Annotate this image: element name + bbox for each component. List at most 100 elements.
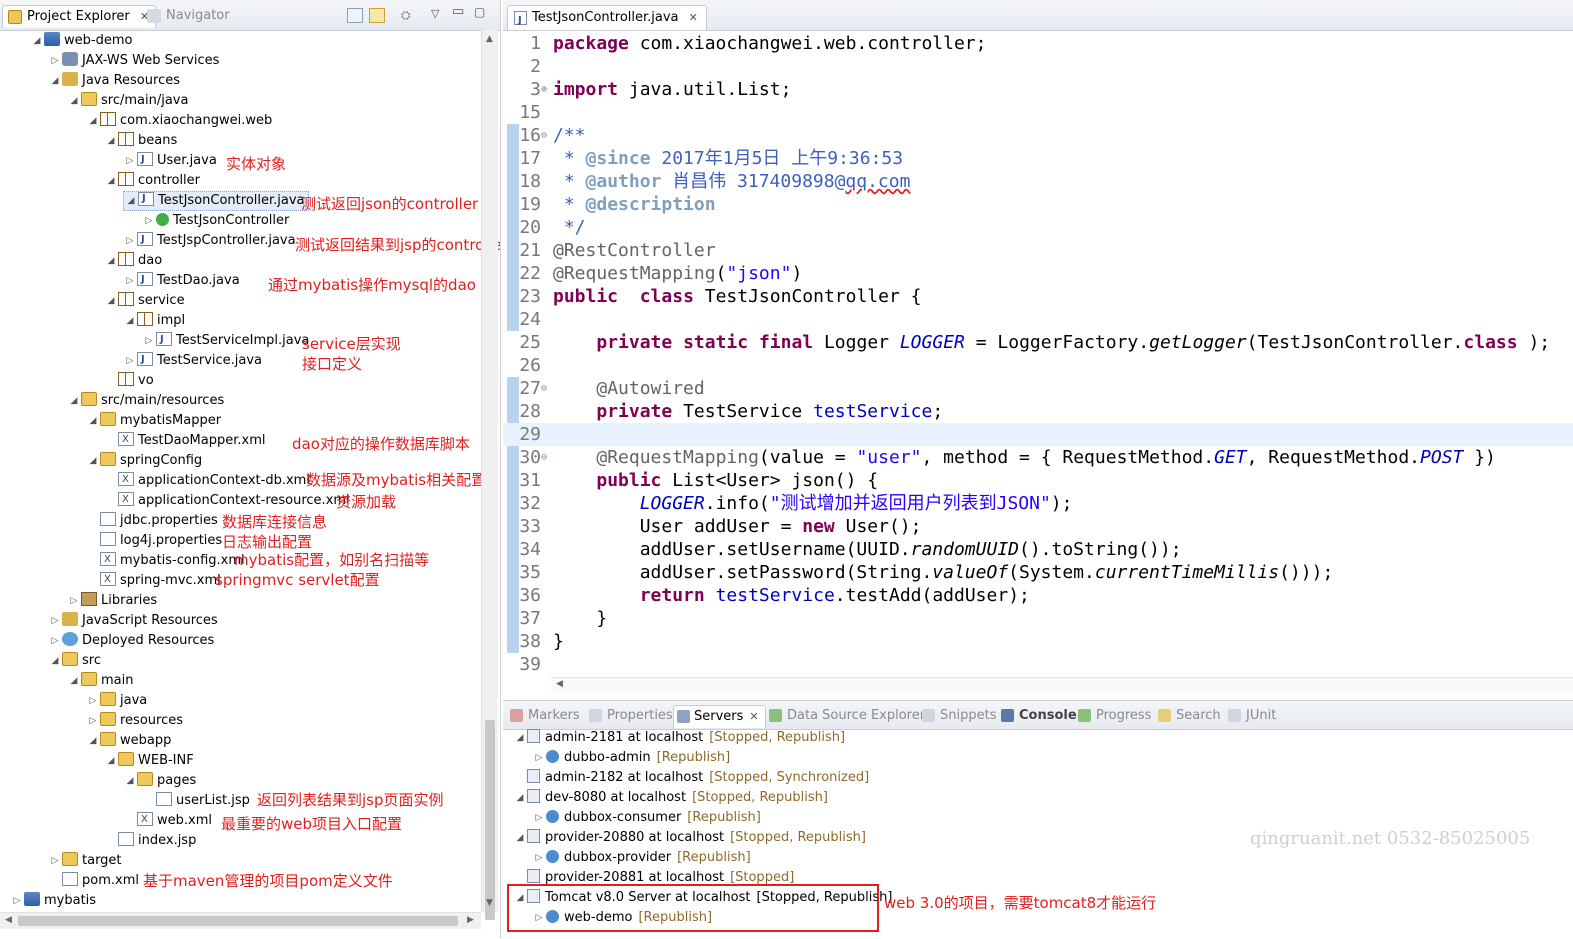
tree-item[interactable]: ◢ dao [104,251,162,271]
scroll-left-icon[interactable]: ◀ [556,679,563,689]
expanded-twisty-icon[interactable]: ◢ [104,251,118,271]
scroll-left-icon[interactable]: ◀ [5,915,12,925]
scroll-down-icon[interactable]: ▼ [486,898,493,908]
code-line[interactable]: 26 [503,354,1573,377]
tree-item[interactable]: ◢ src/main/resources [67,391,224,411]
collapsed-twisty-icon[interactable]: ▷ [123,231,137,251]
collapsed-twisty-icon[interactable]: ▷ [48,851,62,871]
maximize-icon[interactable]: ▢ [474,5,485,19]
expanded-twisty-icon[interactable]: ◢ [104,751,118,771]
tab-properties[interactable]: Properties [589,705,673,727]
tree-item[interactable]: vo [104,371,154,391]
collapsed-twisty-icon[interactable]: ▷ [48,51,62,71]
view-menu-icon[interactable]: ▽ [431,7,439,20]
server-row[interactable]: ◢ provider-20880 at localhost [Stopped, Re… [513,828,866,848]
tree-item[interactable]: ▷ TestJspController.java [123,230,296,251]
editor-tab-testjsoncontroller[interactable]: TestJsonController.java ✕ [507,5,707,33]
code-line[interactable]: 37 } [503,607,1573,630]
code-line[interactable]: 18 * @author 肖昌伟 317409898@qq.com [503,170,1573,193]
expanded-twisty-icon[interactable]: ◢ [48,651,62,671]
collapsed-twisty-icon[interactable]: ▷ [10,891,24,911]
collapsed-twisty-icon[interactable]: ▷ [67,591,81,611]
collapsed-twisty-icon[interactable]: ▷ [123,271,137,291]
expanded-twisty-icon[interactable]: ◢ [67,391,81,411]
expanded-twisty-icon[interactable]: ◢ [86,451,100,471]
tree-item[interactable]: ▷ java [86,691,147,711]
expanded-twisty-icon[interactable]: ◢ [67,671,81,691]
minimize-icon[interactable]: ▭ [452,4,464,19]
tab-servers[interactable]: Servers ✕ [673,705,766,728]
tree-item[interactable]: ◢ Java Resources [48,71,180,91]
collapsed-twisty-icon[interactable]: ▷ [532,748,546,768]
tab-progress[interactable]: Progress [1078,705,1151,727]
link-with-editor-icon[interactable] [369,8,385,23]
tree-vertical-scrollbar[interactable]: ▲ ▼ [481,30,498,920]
module-row[interactable]: ▷ dubbo-admin [Republish] [532,748,730,768]
close-icon[interactable]: ✕ [749,710,758,723]
code-line[interactable]: 16 ⊖ /** [503,124,1573,147]
expanded-twisty-icon[interactable]: ◢ [67,91,81,111]
tab-snippets[interactable]: Snippets [922,705,996,727]
scroll-right-icon[interactable]: ▶ [467,915,474,925]
editor-horizontal-scrollbar[interactable]: ◀ [551,677,1573,692]
tab-data-source-explorer[interactable]: Data Source Explorer [769,705,925,727]
expanded-twisty-icon[interactable]: ◢ [86,411,100,431]
code-line[interactable]: 39 [503,653,1573,676]
code-line[interactable]: 21 @RestController [503,239,1573,262]
code-line[interactable]: 31 public List<User> json() { [503,469,1573,492]
expanded-twisty-icon[interactable]: ◢ [104,171,118,191]
collapse-fold-icon[interactable]: ⊖ [541,446,547,469]
tree-item[interactable]: ▷ mybatis [10,891,96,911]
module-row[interactable]: ▷ dubbox-provider [Republish] [532,848,751,868]
tree-item[interactable]: ◢ main [67,671,133,691]
expanded-twisty-icon[interactable]: ◢ [124,192,138,210]
code-line[interactable]: 20 */ [503,216,1573,239]
scroll-thumb[interactable] [18,916,458,926]
tree-item[interactable]: ◢ springConfig [86,451,202,471]
tree-item[interactable]: ▷ target [48,851,122,871]
tree-item[interactable]: ◢ WEB-INF [104,751,194,771]
close-icon[interactable]: ✕ [689,11,698,24]
expanded-twisty-icon[interactable]: ◢ [513,828,527,848]
code-line[interactable]: 30 ⊖ @RequestMapping(value = "user", meth… [503,446,1573,469]
code-line[interactable]: 17 * @since 2017年1月5日 上午9:36:53 [503,147,1573,170]
code-line[interactable]: 19 * @description [503,193,1573,216]
server-row[interactable]: ◢ admin-2181 at localhost [Stopped, Republ… [513,728,845,748]
code-line[interactable]: 22 @RequestMapping("json") [503,262,1573,285]
tree-item[interactable]: ◢ web-demo [30,31,132,51]
tree-item[interactable]: ◢ webapp [86,731,171,751]
collapse-fold-icon[interactable]: ⊖ [541,124,547,147]
code-line[interactable]: 32 LOGGER.info("测试增加并返回用户列表到JSON"); [503,492,1573,515]
code-line[interactable]: 33 User addUser = new User(); [503,515,1573,538]
tree-item[interactable]: ◢ mybatisMapper [86,411,221,431]
code-line[interactable]: 28 private TestService testService; [503,400,1573,423]
code-line[interactable]: 29 [503,423,1573,446]
code-line[interactable]: 1 package com.xiaochangwei.web.controller… [503,32,1573,55]
collapse-all-icon[interactable] [347,8,363,23]
tab-project-explorer[interactable]: Project Explorer ✕ [2,5,157,28]
code-line[interactable]: 35 addUser.setPassword(String.valueOf(Sy… [503,561,1573,584]
focus-icon[interactable]: ⛭ [401,8,417,23]
tab-markers[interactable]: Markers [510,705,580,727]
code-editor[interactable]: 1 package com.xiaochangwei.web.controller… [503,31,1573,677]
collapsed-twisty-icon[interactable]: ▷ [123,151,137,171]
expanded-twisty-icon[interactable]: ◢ [104,131,118,151]
tree-item[interactable]: TestDaoMapper.xml [104,430,265,451]
server-row[interactable]: admin-2182 at localhost [Stopped, Synchro… [527,768,869,788]
tree-item[interactable]: ▷ Deployed Resources [48,631,214,651]
collapsed-twisty-icon[interactable]: ▷ [142,211,156,231]
tree-item[interactable]: ◢ controller [104,171,200,191]
tree-horizontal-scrollbar[interactable]: ◀ ▶ [0,912,481,929]
expand-fold-icon[interactable]: ⊕ [541,78,547,101]
collapse-fold-icon[interactable]: ⊖ [541,377,547,400]
expanded-twisty-icon[interactable]: ◢ [123,771,137,791]
code-line[interactable]: 38} [503,630,1573,653]
tree-item[interactable]: ◢ pages [123,771,196,791]
collapsed-twisty-icon[interactable]: ▷ [123,351,137,371]
server-row[interactable]: ◢ dev-8080 at localhost [Stopped, Republis… [513,788,828,808]
code-line[interactable]: 36 return testService.testAdd(addUser); [503,584,1573,607]
expanded-twisty-icon[interactable]: ◢ [30,31,44,51]
tree-item[interactable]: applicationContext-resource.xml [104,490,350,511]
collapsed-twisty-icon[interactable]: ▷ [142,331,156,351]
code-line[interactable]: 3 ⊕ import java.util.List; [503,78,1573,101]
